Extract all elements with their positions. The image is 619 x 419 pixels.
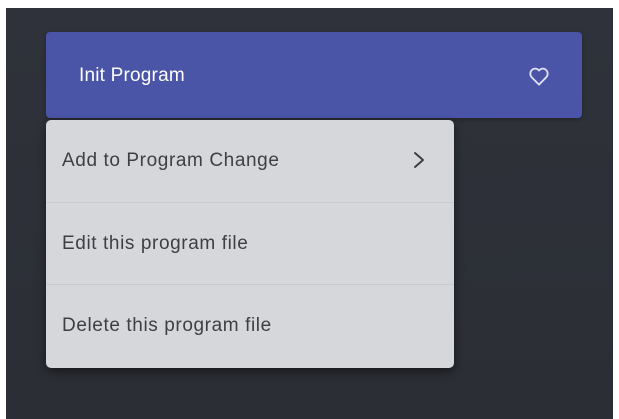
- menu-item-label: Delete this program file: [62, 315, 272, 336]
- context-menu: Add to Program Change Edit this program …: [46, 120, 454, 368]
- menu-item-label: Edit this program file: [62, 233, 249, 254]
- menu-item-edit-program-file[interactable]: Edit this program file: [46, 202, 454, 283]
- chevron-right-icon: [414, 152, 424, 168]
- menu-item-delete-program-file[interactable]: Delete this program file: [46, 284, 454, 365]
- app-background: Init Program Add to Program Change Edit …: [6, 8, 613, 419]
- menu-item-label: Add to Program Change: [62, 150, 280, 171]
- program-list-item[interactable]: Init Program: [46, 32, 582, 118]
- menu-item-add-to-program-change[interactable]: Add to Program Change: [46, 120, 454, 200]
- heart-icon[interactable]: [528, 66, 550, 86]
- program-title: Init Program: [79, 65, 185, 86]
